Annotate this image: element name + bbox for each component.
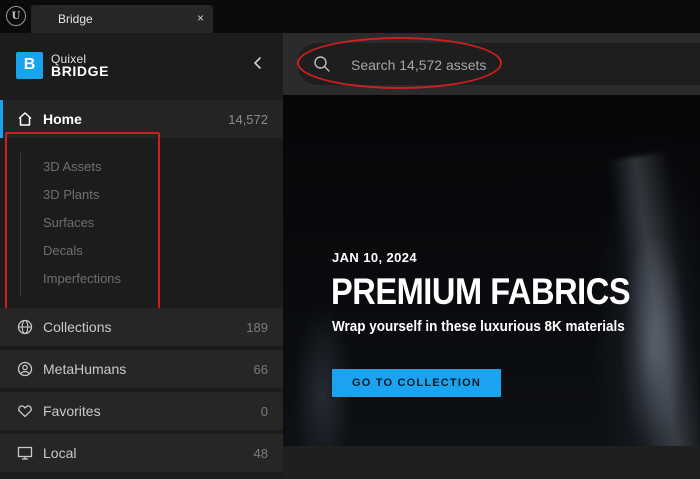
sidebar-item-collections[interactable]: Collections 189 xyxy=(0,308,283,346)
brand-logo: B Quixel BRIDGE xyxy=(16,51,109,79)
sidebar-item-local[interactable]: Local 48 xyxy=(0,434,283,472)
home-icon xyxy=(17,111,33,132)
sidebar-subitem-3d-plants[interactable]: 3D Plants xyxy=(43,187,99,202)
item-count: 48 xyxy=(253,446,268,461)
sidebar-item-label: Local xyxy=(43,445,77,461)
sidebar-subitem-decals[interactable]: Decals xyxy=(43,243,83,258)
sidebar-subitem-3d-assets[interactable]: 3D Assets xyxy=(43,159,102,174)
monitor-icon xyxy=(17,445,33,466)
hero-banner[interactable]: JAN 10, 2024 PREMIUM FABRICS Wrap yourse… xyxy=(283,95,700,446)
sidebar-subitem-surfaces[interactable]: Surfaces xyxy=(43,215,94,230)
item-count: 189 xyxy=(246,320,268,335)
sidebar-item-metahumans[interactable]: MetaHumans 66 xyxy=(0,350,283,388)
item-count: 66 xyxy=(253,362,268,377)
main-content: JAN 10, 2024 PREMIUM FABRICS Wrap yourse… xyxy=(283,33,700,479)
sidebar: B Quixel BRIDGE Home 14,572 3D Assets 3D… xyxy=(0,33,283,479)
sidebar-item-label: Home xyxy=(43,111,82,127)
tab-bridge[interactable]: Bridge × xyxy=(31,5,213,33)
brand-text: Quixel BRIDGE xyxy=(51,53,110,79)
title-bar: U Bridge × xyxy=(0,0,700,33)
brand-name-bridge: BRIDGE xyxy=(51,63,110,79)
content-strip xyxy=(283,446,700,479)
item-count: 14,572 xyxy=(228,112,268,127)
hero-date: JAN 10, 2024 xyxy=(332,250,418,265)
globe-icon xyxy=(17,319,33,340)
search-bar xyxy=(283,33,700,95)
sidebar-subitem-imperfections[interactable]: Imperfections xyxy=(43,271,121,286)
hero-title: PREMIUM FABRICS xyxy=(331,271,631,312)
bridge-logo-icon: B xyxy=(16,51,43,79)
active-indicator xyxy=(0,100,3,138)
search-input[interactable] xyxy=(351,55,651,75)
tab-label: Bridge xyxy=(58,12,93,26)
search-field[interactable] xyxy=(297,43,700,85)
sidebar-item-home[interactable]: Home 14,572 xyxy=(0,100,283,138)
subnav-divider xyxy=(20,153,21,297)
unreal-engine-logo-icon: U xyxy=(6,6,26,26)
chevron-left-icon[interactable] xyxy=(250,53,266,73)
sidebar-item-favorites[interactable]: Favorites 0 xyxy=(0,392,283,430)
search-icon xyxy=(313,55,331,78)
close-icon[interactable]: × xyxy=(197,11,204,25)
sidebar-item-label: MetaHumans xyxy=(43,361,127,377)
go-to-collection-button[interactable]: GO TO COLLECTION xyxy=(332,369,501,397)
hero-subtitle: Wrap yourself in these luxurious 8K mate… xyxy=(332,319,625,335)
home-subnav: 3D Assets 3D Plants Surfaces Decals Impe… xyxy=(0,138,283,304)
heart-icon xyxy=(17,403,33,424)
person-circle-icon xyxy=(17,361,33,382)
sidebar-item-label: Collections xyxy=(43,319,112,335)
item-count: 0 xyxy=(260,404,268,419)
sidebar-item-label: Favorites xyxy=(43,403,101,419)
